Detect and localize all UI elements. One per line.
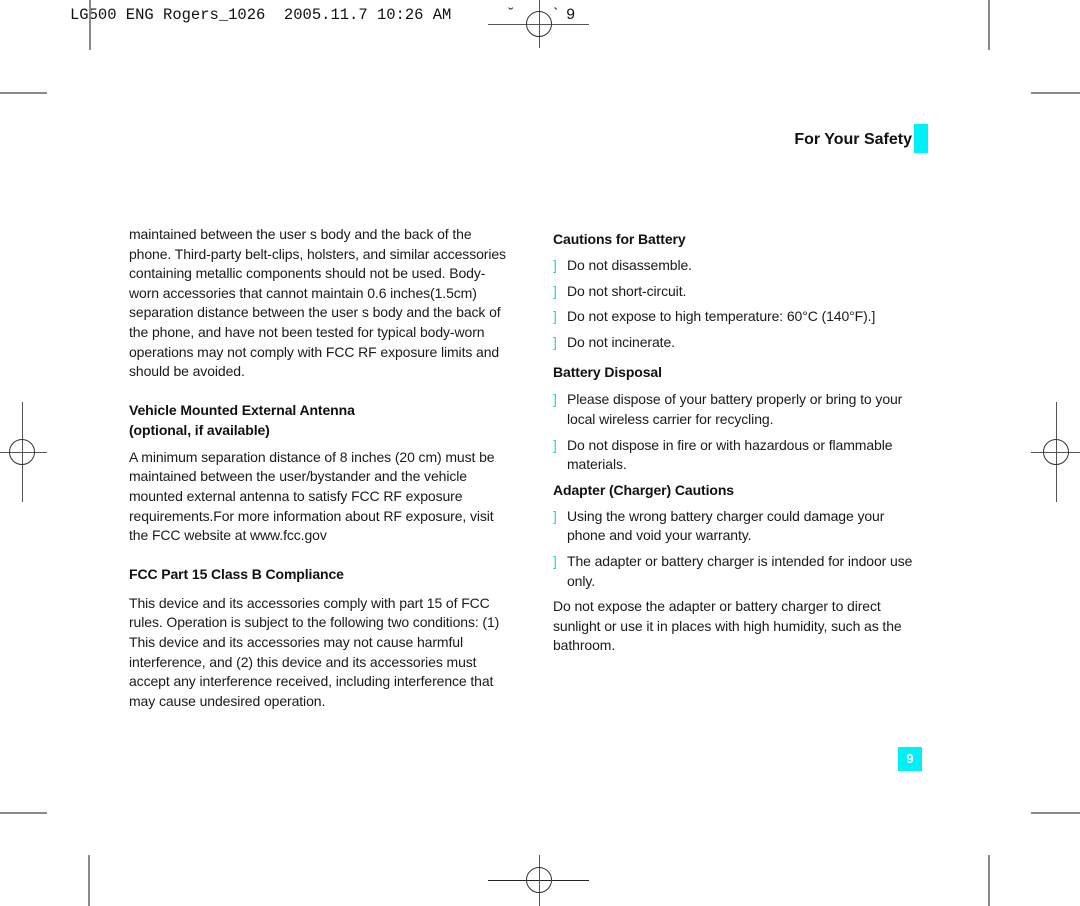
left-column: maintained between the user s body and t… (129, 225, 507, 711)
right-column: Cautions for Battery ] Do not disassemble… (553, 229, 925, 656)
list-item: ] The adapter or battery charger is inten… (553, 552, 913, 589)
page-number-badge: 9 (898, 747, 922, 771)
adapter-cautions-list: ] Using the wrong battery charger could d… (553, 507, 925, 591)
bullet-icon: ] (553, 257, 557, 273)
crop-mark-bottom-right-vertical (988, 855, 990, 906)
fcc-compliance-paragraph: This device and its accessories comply w… (129, 594, 500, 709)
vehicle-antenna-heading-line2: (optional, if available) (129, 421, 270, 438)
crop-mark-top-left-vertical (89, 0, 91, 50)
adapter-cautions-heading: Adapter (Charger) Cautions (553, 481, 734, 498)
vehicle-antenna-paragraph: A minimum separation distance of 8 inche… (129, 448, 495, 544)
slug-page-ref: 9 (566, 6, 576, 24)
battery-disposal-heading: Battery Disposal (553, 364, 662, 381)
bullet-icon: ] (553, 507, 557, 524)
bullet-icon: ] (553, 308, 557, 325)
intro-paragraph: maintained between the user s body and t… (129, 226, 506, 380)
vehicle-antenna-heading-line1: Vehicle Mounted External Antenna (129, 401, 355, 418)
bullet-icon: ] (553, 552, 557, 569)
bullet-icon: ] (553, 436, 557, 453)
bullet-icon: ] (553, 282, 557, 299)
vehicle-antenna-heading: Vehicle Mounted External Antenna (option… (129, 400, 507, 440)
crop-mark-top-right-vertical (988, 0, 990, 50)
slug-mark-right: ` (551, 6, 561, 24)
crop-mark-bottom-left-horizontal (0, 812, 47, 814)
section-tab-marker (914, 124, 928, 153)
list-item: ] Do not expose to high temperature: 60°C… (553, 307, 925, 327)
printer-slug: LG500 ENG Rogers_1026 2005.11.7 10:26 AM (70, 6, 452, 24)
list-item: ] Do not incinerate. (553, 333, 925, 353)
battery-disposal-list: ] Please dispose of your battery properly… (553, 390, 925, 474)
slug-mark-left: ˘ (506, 6, 516, 24)
list-item: ] Do not dispose in fire or with hazardou… (553, 436, 893, 473)
battery-cautions-list: ] Do not disassemble. ] Do not short-circu… (553, 256, 925, 352)
crop-mark-bottom-left-vertical (88, 855, 90, 906)
list-item: ] Do not short-circuit. (553, 282, 925, 302)
list-item: ] Do not disassemble. (553, 256, 925, 276)
bullet-icon: ] (553, 333, 557, 350)
crop-mark-bottom-right-horizontal (1031, 812, 1080, 814)
adapter-closing-paragraph: Do not expose the adapter or battery cha… (553, 598, 902, 654)
list-item: ] Using the wrong battery charger could d… (553, 507, 885, 544)
battery-cautions-heading: Cautions for Battery (553, 231, 686, 247)
bullet-icon: ] (553, 391, 557, 408)
crop-mark-top-left-horizontal (0, 92, 47, 94)
list-item: ] Please dispose of your battery properly… (553, 391, 903, 427)
crop-mark-top-right-horizontal (1031, 92, 1080, 94)
fcc-compliance-heading: FCC Part 15 Class B Compliance (129, 565, 344, 582)
section-title: For Your Safety (794, 131, 912, 148)
